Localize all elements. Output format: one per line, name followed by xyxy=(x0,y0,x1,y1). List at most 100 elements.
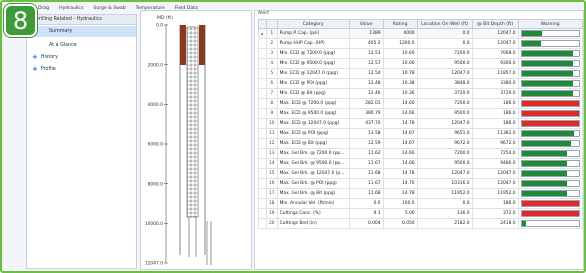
cell-rating: 14.70 xyxy=(382,178,418,189)
cell-bit-depth: 11382.0 xyxy=(471,128,519,139)
table-row[interactable]: 14 Max. Gel Brk. @ 9500.0 (pp... 11.67 14.6… xyxy=(258,158,583,169)
cell-bit-depth: 7254.0 xyxy=(471,148,519,159)
cell-category: Min. ECD @ 9500.0 (ppg) xyxy=(276,58,350,69)
cell-bit-depth: 9300.0 xyxy=(471,58,519,69)
cell-rating: 14.66 xyxy=(382,108,418,119)
row-index: 15 xyxy=(266,168,278,179)
warning-level-bar xyxy=(520,50,580,57)
warning-level-bar xyxy=(520,40,580,47)
cell-bit-depth: 9486.0 xyxy=(471,158,519,169)
table-row[interactable]: 18 Min. Annular Vel. (ft/min) 0.0 100.0 0.0 1… xyxy=(258,198,583,209)
depth-tick-label: 6000.0 xyxy=(148,142,164,148)
warning-level-bar xyxy=(520,210,580,217)
cell-category: Max. Gel Brk. @ 12047.0 (p... xyxy=(276,168,350,179)
cell-category: Max. ECD @ 12047.0 (ppg) xyxy=(276,118,350,129)
warning-level-bar xyxy=(520,190,580,197)
table-row[interactable]: 11 Max. ECD @ POI (ppg) 13.58 14.67 9651.0 11… xyxy=(258,128,583,139)
table-row[interactable]: 8 Max. ECD @ 7200.0 (ppg) 282.01 14.60 7200.… xyxy=(258,98,583,109)
column-header-rating[interactable]: Rating xyxy=(382,19,418,29)
warning-level-fill xyxy=(521,71,573,76)
sidebar-header: Drilling Related - Hydraulics xyxy=(27,15,136,25)
cell-rating: 1200.0 xyxy=(382,38,418,49)
cell-location: 3720.0 xyxy=(416,88,473,99)
table-row[interactable]: 2 Pump HHP Cap. (HP) 405.2 1200.0 0.0 12047.0 xyxy=(258,38,583,49)
depth-tick-label: 12047.0 xyxy=(145,261,163,267)
table-row[interactable]: 15 Max. Gel Brk. @ 12047.0 (p... 11.68 14.7… xyxy=(258,168,583,179)
tab-drag[interactable]: Drag xyxy=(38,6,49,11)
alert-table: Category Value Rating Location On Well (… xyxy=(258,19,583,229)
cell-value: 405.2 xyxy=(348,38,384,49)
drill-pipe-icon xyxy=(186,26,199,218)
table-row[interactable]: ▸ 1 Pump P. Cap. (psi) 1389 4000 0.0 12047.0 xyxy=(258,28,583,39)
row-index: 4 xyxy=(266,58,278,69)
table-row[interactable]: 20 Cuttings Bed (in) 0.004 0.050 2182.0 2418.… xyxy=(258,218,583,229)
row-pointer-icon xyxy=(258,128,267,139)
cell-warning xyxy=(517,188,583,199)
sidebar-item-at-a-glance[interactable]: At a Glance xyxy=(49,41,77,50)
cell-bit-depth: 186.0 xyxy=(471,108,519,119)
warning-level-bar xyxy=(520,70,580,77)
row-index: 16 xyxy=(266,178,278,189)
cell-category: Min. Annular Vel. (ft/min) xyxy=(276,198,350,209)
column-header-warning[interactable]: Warning xyxy=(517,19,583,29)
warning-level-fill xyxy=(521,191,568,196)
row-pointer-icon: ▸ xyxy=(258,28,267,39)
sidebar-item-summary[interactable] xyxy=(27,26,136,37)
cell-value: 282.01 xyxy=(348,98,384,109)
table-row[interactable]: 9 Max. ECD @ 9500.0 (ppg) 380.79 14.66 9500.… xyxy=(258,108,583,119)
warning-level-fill xyxy=(521,101,579,106)
warning-level-bar xyxy=(520,180,580,187)
sidebar-item-profile[interactable]: + Profile xyxy=(32,65,56,74)
cell-rating: 14.78 xyxy=(382,118,418,129)
table-row[interactable]: 12 Max. ECD @ Bit (ppg) 12.59 14.67 9672.0 96… xyxy=(258,138,583,149)
row-index: 12 xyxy=(266,138,278,149)
sidebar-item-history[interactable]: + History xyxy=(32,53,58,62)
cell-value: 1389 xyxy=(348,28,384,39)
cell-rating: 14.78 xyxy=(382,168,418,179)
table-row[interactable]: 13 Max. Gel Brk. @ 7200.0 (pp... 11.62 14.6… xyxy=(258,148,583,159)
cell-value: 437.70 xyxy=(348,118,384,129)
cement-left-icon xyxy=(180,25,186,65)
warning-level-bar xyxy=(520,220,580,227)
cell-category: Min. ECD @ 7200.0 (ppg) xyxy=(276,48,350,59)
row-pointer-icon xyxy=(258,158,267,169)
cell-warning xyxy=(517,38,583,49)
table-row[interactable]: 5 Min. ECD @ 12047.0 (ppg) 12.54 10.78 12047… xyxy=(258,68,583,79)
tab-surge-swab[interactable]: Surge & Swab xyxy=(93,6,125,11)
table-row[interactable]: 10 Max. ECD @ 12047.0 (ppg) 437.70 14.78 120… xyxy=(258,118,583,129)
column-header-category[interactable]: Category xyxy=(276,19,350,29)
cell-rating: 5.00 xyxy=(382,208,418,219)
table-row[interactable]: 19 Cuttings Conc. (%) 9.1 5.00 136.0 372.0 xyxy=(258,208,583,219)
cell-bit-depth: 7068.0 xyxy=(471,48,519,59)
table-row[interactable]: 17 Max. Gel Brk. @ Bit (ppg) 11.68 14.78 119… xyxy=(258,188,583,199)
table-row[interactable]: 4 Min. ECD @ 9500.0 (ppg) 12.57 10.66 9500.0… xyxy=(258,58,583,69)
table-row[interactable]: 6 Min. ECD @ POI (ppg) 12.48 10.38 3848.0 338… xyxy=(258,78,583,89)
cell-rating: 14.78 xyxy=(382,188,418,199)
warning-level-bar xyxy=(520,170,580,177)
table-row[interactable]: 16 Max. Gel Brk. @ POI (ppg) 11.67 14.70 103… xyxy=(258,178,583,189)
cell-location: 7200.0 xyxy=(416,98,473,109)
tab-hydraulics[interactable]: Hydraulics xyxy=(59,6,83,11)
table-row[interactable]: 7 Min. ECD @ Bit (ppg) 12.46 10.36 3720.0 372… xyxy=(258,88,583,99)
column-header-bit-depth[interactable]: @ Bit Depth (ft) xyxy=(471,19,519,29)
cell-bit-depth: 2418.0 xyxy=(471,218,519,229)
row-pointer-icon xyxy=(258,138,267,149)
cell-value: 12.57 xyxy=(348,58,384,69)
sidebar-item-summary-label: Summary xyxy=(49,29,73,34)
cell-rating: 4000 xyxy=(382,28,418,39)
cell-location: 7200.0 xyxy=(416,48,473,59)
column-header-location[interactable]: Location On Well (ft) xyxy=(416,19,473,29)
cell-bit-depth: 3380.0 xyxy=(471,78,519,89)
row-pointer-icon xyxy=(258,178,267,189)
cement-right-icon xyxy=(199,25,205,65)
warning-level-fill xyxy=(521,161,568,166)
table-row[interactable]: 3 Min. ECD @ 7200.0 (ppg) 12.53 10.60 7200.0… xyxy=(258,48,583,59)
cell-location: 9500.0 xyxy=(416,158,473,169)
cell-value: 0.0 xyxy=(348,198,384,209)
cell-value: 13.58 xyxy=(348,128,384,139)
alert-panel-title: Alert xyxy=(258,11,269,16)
cell-location: 12047.0 xyxy=(416,168,473,179)
cell-bit-depth: 11952.0 xyxy=(471,188,519,199)
cell-category: Max. Gel Brk. @ POI (ppg) xyxy=(276,178,350,189)
column-header-value[interactable]: Value xyxy=(348,19,384,29)
